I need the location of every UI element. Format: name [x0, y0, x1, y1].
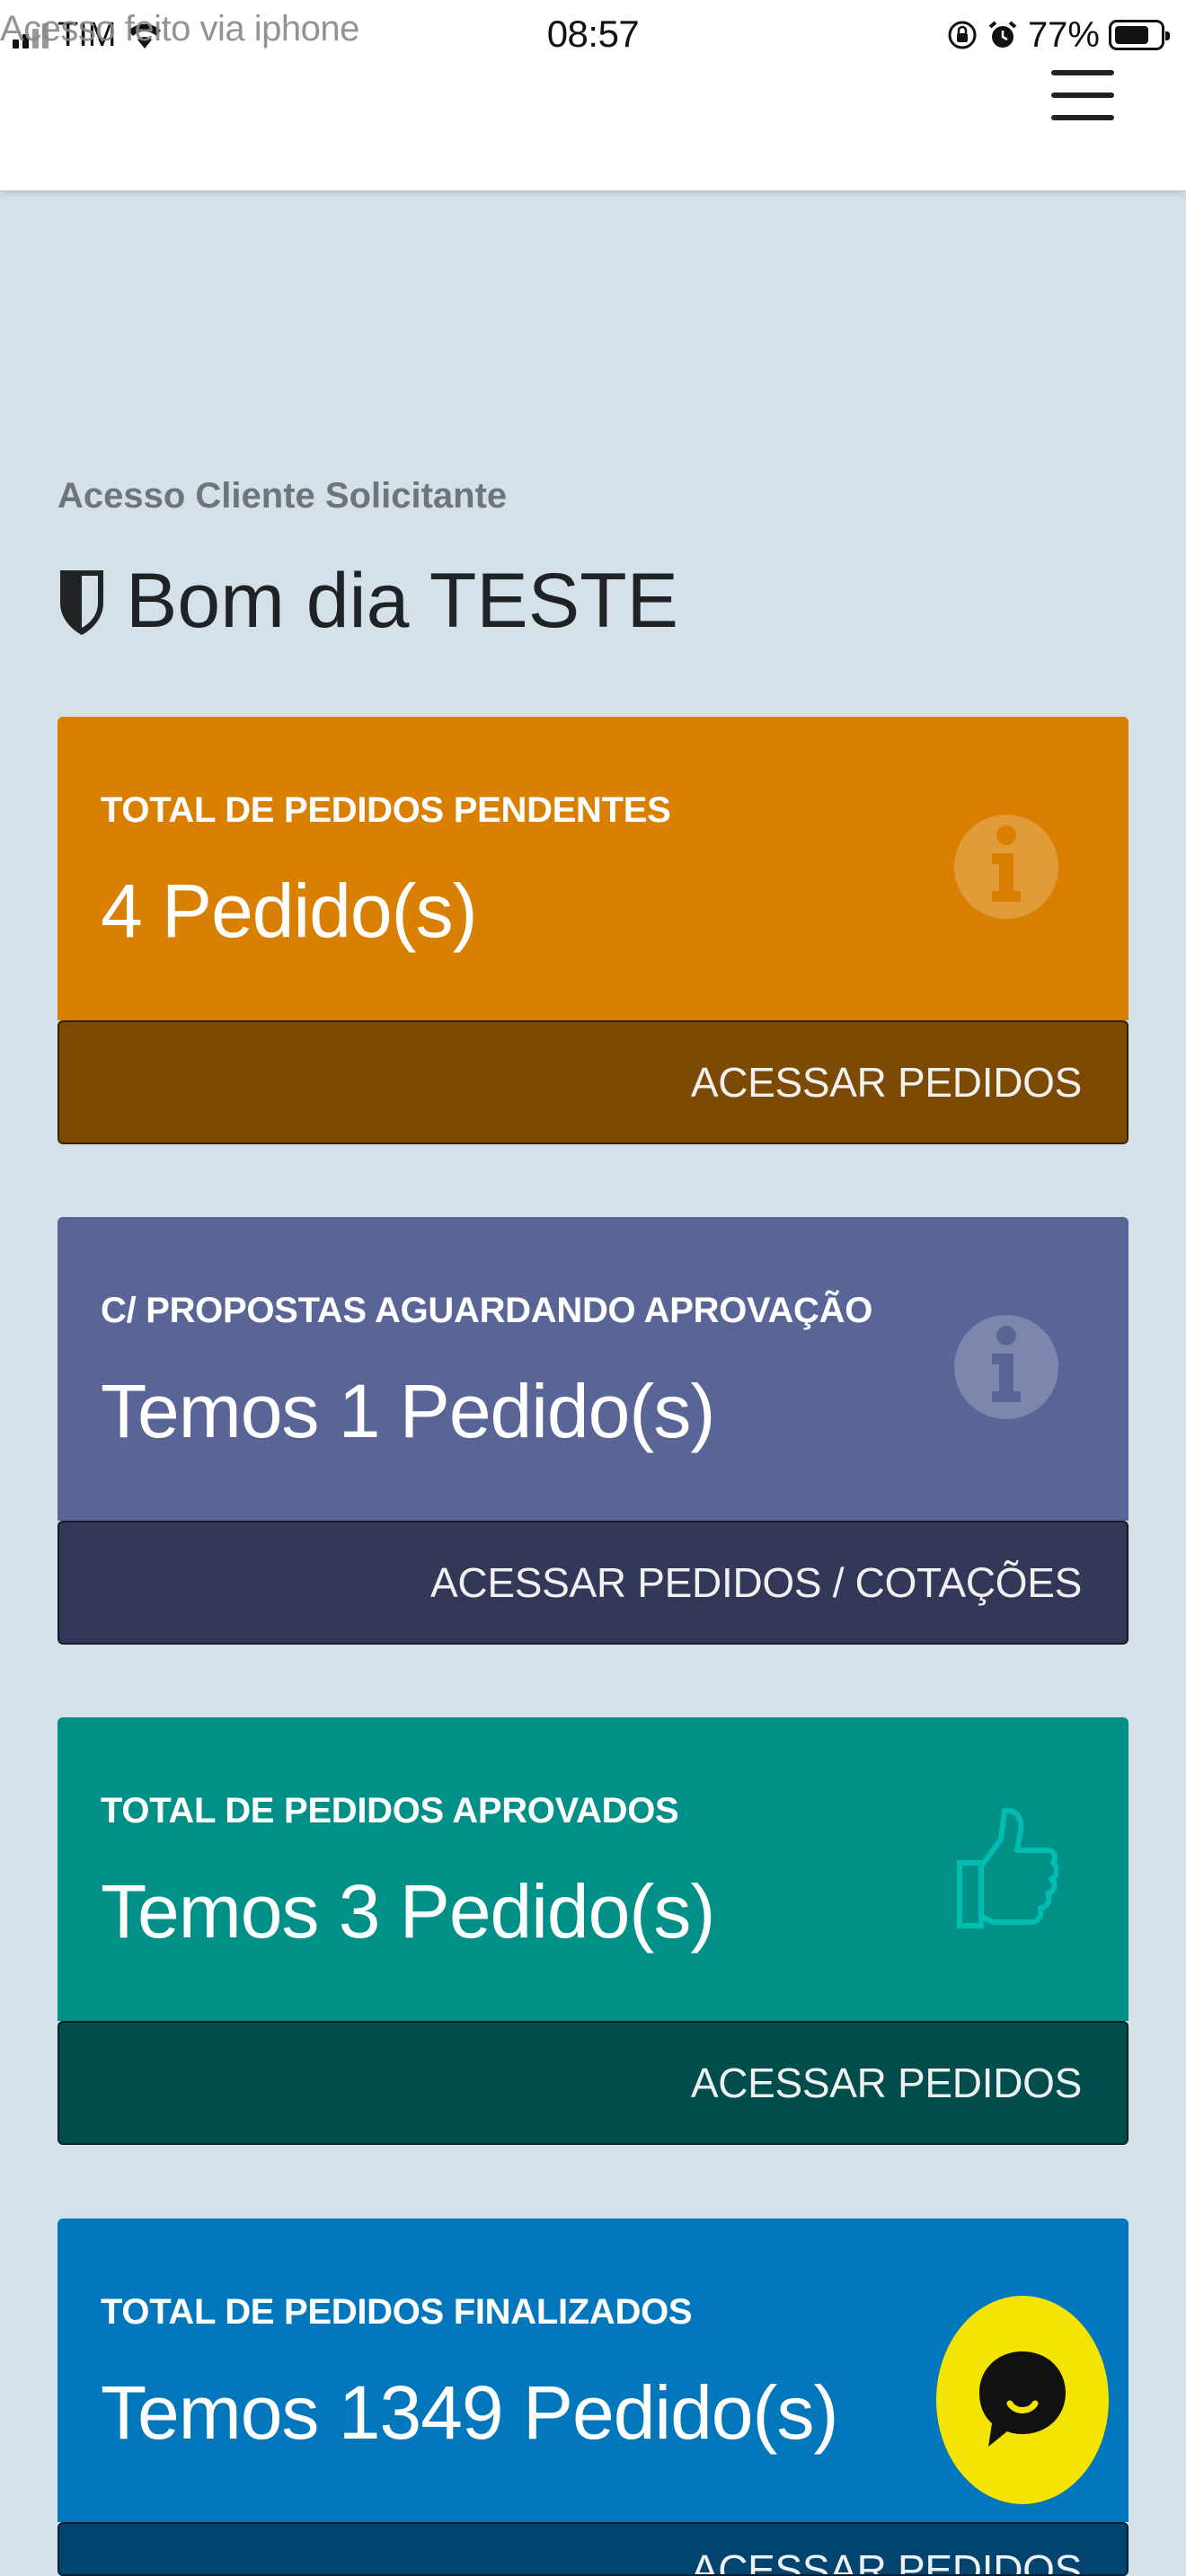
orientation-lock-icon: [948, 21, 977, 49]
thumbs-up-icon: [957, 1807, 1058, 1928]
info-circle-icon: [954, 1315, 1058, 1419]
access-orders-button[interactable]: ACESSAR PEDIDOS: [58, 2021, 1128, 2145]
status-bar: TIM Acesso feito via iphone 08:57 77%: [0, 0, 1186, 70]
card-label: TOTAL DE PEDIDOS APROVADOS: [101, 1791, 679, 1831]
battery-percent: 77%: [1027, 14, 1100, 55]
card-label: TOTAL DE PEDIDOS FINALIZADOS: [101, 2292, 693, 2332]
hamburger-menu-icon[interactable]: [1051, 70, 1114, 120]
access-orders-button[interactable]: ACESSAR PEDIDOS: [58, 1020, 1128, 1144]
card-value: Temos 3 Pedido(s): [101, 1869, 715, 1954]
card-label: C/ PROPOSTAS AGUARDANDO APROVAÇÃO: [101, 1291, 873, 1330]
access-orders-quotes-button[interactable]: ACESSAR PEDIDOS / COTAÇÕES: [58, 1521, 1128, 1645]
card-proposals-awaiting: C/ PROPOSTAS AGUARDANDO APROVAÇÃO Temos …: [58, 1217, 1128, 1645]
card-approved-orders: TOTAL DE PEDIDOS APROVADOS Temos 3 Pedid…: [58, 1717, 1128, 2145]
chat-button[interactable]: [936, 2296, 1109, 2504]
button-label: ACESSAR PEDIDOS: [690, 2060, 1082, 2106]
card-value: Temos 1349 Pedido(s): [101, 2370, 838, 2455]
info-circle-icon: [954, 815, 1058, 919]
page-subtitle: Acesso Cliente Solicitante: [58, 476, 508, 516]
card-value: 4 Pedido(s): [101, 869, 478, 953]
card-value: Temos 1 Pedido(s): [101, 1369, 715, 1453]
access-orders-button[interactable]: ACESSAR PEDIDOS: [58, 2522, 1128, 2576]
card-body: C/ PROPOSTAS AGUARDANDO APROVAÇÃO Temos …: [58, 1217, 1128, 1521]
chat-bubble-icon: [979, 2351, 1066, 2447]
button-label: ACESSAR PEDIDOS: [690, 1059, 1082, 1106]
card-body: TOTAL DE PEDIDOS PENDENTES 4 Pedido(s): [58, 717, 1128, 1020]
greeting-text: Bom dia TESTE: [126, 558, 678, 644]
card-body: TOTAL DE PEDIDOS APROVADOS Temos 3 Pedid…: [58, 1717, 1128, 2021]
status-right: 77%: [947, 13, 1170, 57]
button-label: ACESSAR PEDIDOS: [690, 2546, 1082, 2576]
shield-icon: [60, 569, 103, 635]
battery-fill: [1115, 26, 1148, 44]
app-header: TIM Acesso feito via iphone 08:57 77%: [0, 0, 1186, 190]
card-label: TOTAL DE PEDIDOS PENDENTES: [101, 790, 671, 830]
battery-icon: [1109, 20, 1170, 50]
page-title: Bom dia TESTE: [58, 557, 678, 646]
card-pending-orders: TOTAL DE PEDIDOS PENDENTES 4 Pedido(s) A…: [58, 717, 1128, 1144]
alarm-icon: [988, 21, 1017, 48]
button-label: ACESSAR PEDIDOS / COTAÇÕES: [430, 1559, 1082, 1606]
